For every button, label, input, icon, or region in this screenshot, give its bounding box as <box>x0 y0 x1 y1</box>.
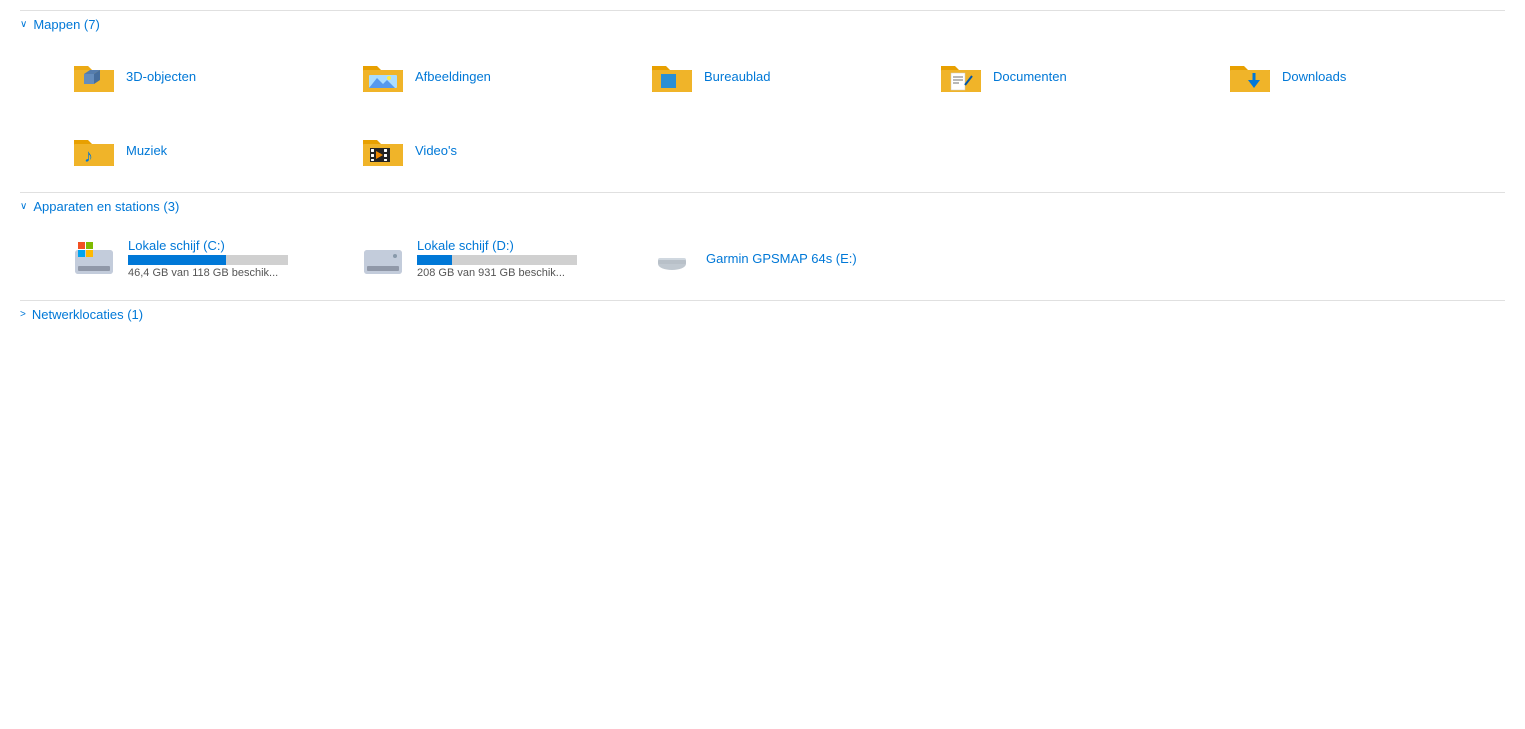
folders-grid: 3D-objecten Afbeeldingen <box>20 36 1505 118</box>
drive-c[interactable]: Lokale schijf (C:) 46,4 GB van 118 GB be… <box>60 226 349 290</box>
folders-grid-row2: ♪ Muziek <box>20 118 1505 192</box>
folder-downloads[interactable]: Downloads <box>1216 44 1505 108</box>
folder-muziek-label: Muziek <box>126 143 167 158</box>
drive-d-icon <box>359 234 407 282</box>
drive-c-size: 46,4 GB van 118 GB beschik... <box>128 267 288 279</box>
folder-muziek-icon: ♪ <box>70 126 118 174</box>
drives-grid: Lokale schijf (C:) 46,4 GB van 118 GB be… <box>20 218 1505 300</box>
drive-e-name: Garmin GPSMAP 64s (E:) <box>706 251 857 266</box>
folder-videos-icon <box>359 126 407 174</box>
drive-d-size: 208 GB van 931 GB beschik... <box>417 267 577 279</box>
drive-e-info: Garmin GPSMAP 64s (E:) <box>706 251 857 266</box>
folder-documenten-label: Documenten <box>993 69 1067 84</box>
drive-d-name: Lokale schijf (D:) <box>417 238 577 253</box>
devices-section-header[interactable]: Apparaten en stations (3) <box>20 192 1505 218</box>
drive-d-bar-container <box>417 255 577 265</box>
folder-afbeeldingen[interactable]: Afbeeldingen <box>349 44 638 108</box>
folder-downloads-icon <box>1226 52 1274 100</box>
folder-videos-label: Video's <box>415 143 457 158</box>
folder-documenten-icon <box>937 52 985 100</box>
drive-c-icon <box>70 234 118 282</box>
network-section-header[interactable]: Netwerklocaties (1) <box>20 300 1505 326</box>
drive-e[interactable]: Garmin GPSMAP 64s (E:) <box>638 226 927 290</box>
drive-c-bar <box>128 255 226 265</box>
folder-3d-icon <box>70 52 118 100</box>
drive-d-bar <box>417 255 452 265</box>
drive-d[interactable]: Lokale schijf (D:) 208 GB van 931 GB bes… <box>349 226 638 290</box>
folder-afbeeldingen-icon <box>359 52 407 100</box>
folder-downloads-label: Downloads <box>1282 69 1346 84</box>
drive-c-name: Lokale schijf (C:) <box>128 238 288 253</box>
folder-documenten[interactable]: Documenten <box>927 44 1216 108</box>
folder-muziek[interactable]: ♪ Muziek <box>60 118 349 182</box>
folder-bureaublad[interactable]: Bureaublad <box>638 44 927 108</box>
network-section-label: Netwerklocaties (1) <box>32 307 143 322</box>
folders-section-label: Mappen (7) <box>33 17 99 32</box>
devices-section-label: Apparaten en stations (3) <box>33 199 179 214</box>
drive-e-icon <box>648 234 696 282</box>
folder-bureaublad-icon <box>648 52 696 100</box>
network-chevron <box>20 309 26 320</box>
folder-bureaublad-label: Bureaublad <box>704 69 771 84</box>
devices-chevron <box>20 201 27 212</box>
folder-3d-objecten[interactable]: 3D-objecten <box>60 44 349 108</box>
svg-text:♪: ♪ <box>84 146 93 166</box>
folder-videos[interactable]: Video's <box>349 118 638 182</box>
folders-chevron <box>20 19 27 30</box>
folder-3d-label: 3D-objecten <box>126 69 196 84</box>
folders-section-header[interactable]: Mappen (7) <box>20 10 1505 36</box>
folder-afbeeldingen-label: Afbeeldingen <box>415 69 491 84</box>
drive-c-bar-container <box>128 255 288 265</box>
main-content: Mappen (7) 3D-objecten <box>0 0 1525 336</box>
drive-d-info: Lokale schijf (D:) 208 GB van 931 GB bes… <box>417 238 577 279</box>
drive-c-info: Lokale schijf (C:) 46,4 GB van 118 GB be… <box>128 238 288 279</box>
